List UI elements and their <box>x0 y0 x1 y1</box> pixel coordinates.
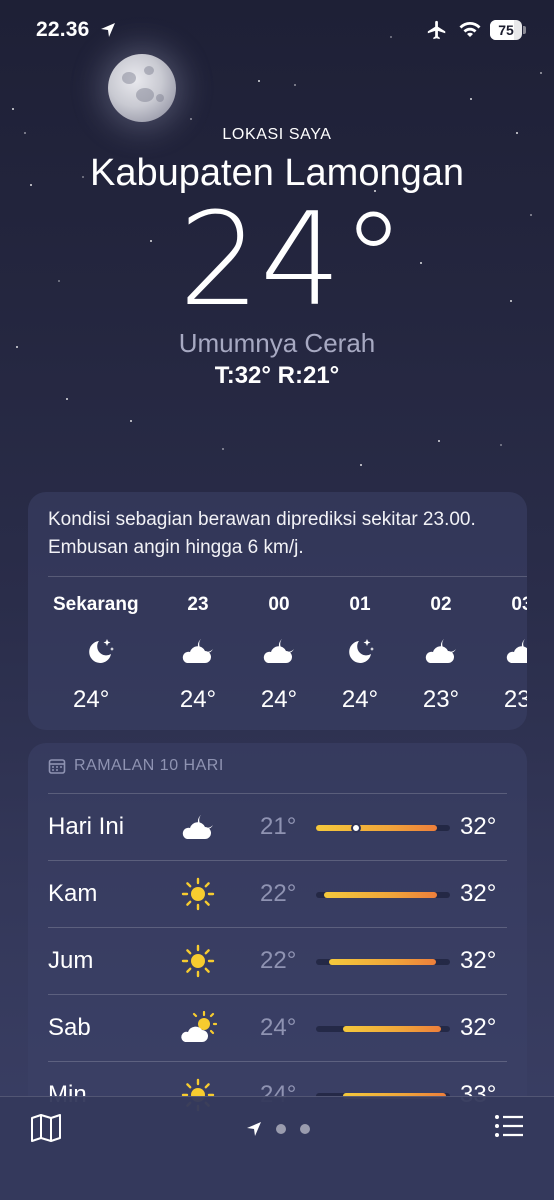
airplane-icon <box>427 20 446 40</box>
hourly-forecast-card[interactable]: Kondisi sebagian berawan diprediksi seki… <box>28 492 527 730</box>
page-dot <box>300 1124 310 1134</box>
cloud-moon-icon <box>482 626 527 676</box>
daily-row[interactable]: Sab 24° 32° <box>28 994 527 1062</box>
cloud-moon-icon <box>401 626 481 676</box>
hour-temperature: 24° <box>260 686 298 712</box>
hourly-item: 00 24° <box>239 592 319 712</box>
moon-image <box>108 54 176 122</box>
temperature-range-fill <box>329 959 436 965</box>
hourly-item: 03 23° <box>482 592 527 712</box>
hour-label: Sekarang <box>53 594 139 615</box>
current-temperature: 24° <box>178 186 406 335</box>
high-low-temperature: T:32° R:21° <box>214 362 340 389</box>
day-high-temp: 32° <box>460 1014 497 1041</box>
temperature-range-bar <box>316 892 450 898</box>
list-icon[interactable] <box>494 1113 524 1139</box>
daily-row[interactable]: Jum 22° 32° <box>28 927 527 995</box>
sun-icon <box>178 874 218 914</box>
cloud-moon-icon <box>178 807 218 847</box>
hour-label: 23 <box>187 594 209 615</box>
day-name: Jum <box>48 947 94 974</box>
day-low-temp: 22° <box>260 947 297 974</box>
status-bar: 22.36 75 <box>0 0 554 62</box>
hour-temperature: 23° <box>503 686 527 712</box>
hourly-item: 02 23° <box>401 592 481 712</box>
day-name: Sab <box>48 1014 91 1041</box>
day-high-temp: 32° <box>460 880 497 907</box>
forecast-summary: Kondisi sebagian berawan diprediksi seki… <box>48 509 476 558</box>
hour-label: 03 <box>511 594 527 615</box>
ten-day-header: RAMALAN 10 HARI <box>48 757 224 775</box>
current-temp-marker <box>351 823 361 833</box>
temperature-range-fill <box>316 825 437 831</box>
hour-temperature: 24° <box>179 686 217 712</box>
hourly-item: 23 24° <box>158 592 238 712</box>
day-high-temp: 32° <box>460 947 497 974</box>
temperature-range-bar <box>316 959 450 965</box>
hourly-item: Sekarang 24° <box>53 592 139 712</box>
ten-day-title: RAMALAN 10 HARI <box>74 757 224 774</box>
bottom-toolbar <box>0 1096 554 1200</box>
ten-day-forecast-card[interactable]: RAMALAN 10 HARI Hari Ini 21° 32° Kam 22° 32° J… <box>28 743 527 1123</box>
hour-temperature: 23° <box>422 686 460 712</box>
location-arrow-icon <box>101 23 115 37</box>
cloud-moon-icon <box>239 626 319 676</box>
hour-label: 00 <box>268 594 290 615</box>
weather-condition: Umumnya Cerah <box>178 328 376 358</box>
cloud-sun-icon <box>178 1008 218 1048</box>
page-dot <box>276 1124 286 1134</box>
temperature-range-fill <box>343 1026 441 1032</box>
hourly-scroller[interactable]: Sekarang 24° 23 24° 00 24° 01 24° 02 23° 03 23° <box>28 592 527 712</box>
battery-level: 75 <box>498 22 514 38</box>
day-low-temp: 21° <box>260 813 297 840</box>
status-time: 22.36 <box>36 18 90 41</box>
hour-label: 01 <box>349 594 371 615</box>
hour-label: 02 <box>430 594 452 615</box>
wifi-icon <box>459 22 481 37</box>
hour-temperature: 24° <box>341 686 379 712</box>
sun-icon <box>178 941 218 981</box>
day-low-temp: 24° <box>260 1014 297 1041</box>
moon-stars-icon <box>320 626 400 676</box>
map-icon[interactable] <box>30 1113 62 1143</box>
temperature-range-bar <box>316 823 450 833</box>
daily-row[interactable]: Kam 22° 32° <box>28 860 527 928</box>
calendar-icon <box>48 759 66 774</box>
day-name: Kam <box>48 880 98 907</box>
hourly-item: 01 24° <box>320 592 400 712</box>
day-name: Hari Ini <box>48 813 125 840</box>
temperature-range-bar <box>316 1026 450 1032</box>
temperature-range-fill <box>324 892 437 898</box>
cloud-moon-icon <box>158 626 238 676</box>
page-indicator[interactable] <box>246 1121 310 1137</box>
day-low-temp: 22° <box>260 880 297 907</box>
current-location-page-icon <box>247 1122 261 1136</box>
location-label: LOKASI SAYA <box>222 126 332 143</box>
battery-indicator: 75 <box>490 20 522 40</box>
moon-stars-icon <box>53 626 133 676</box>
hour-temperature: 24° <box>73 686 110 712</box>
daily-row[interactable]: Hari Ini 21° 32° <box>28 793 527 861</box>
day-high-temp: 32° <box>460 813 497 840</box>
